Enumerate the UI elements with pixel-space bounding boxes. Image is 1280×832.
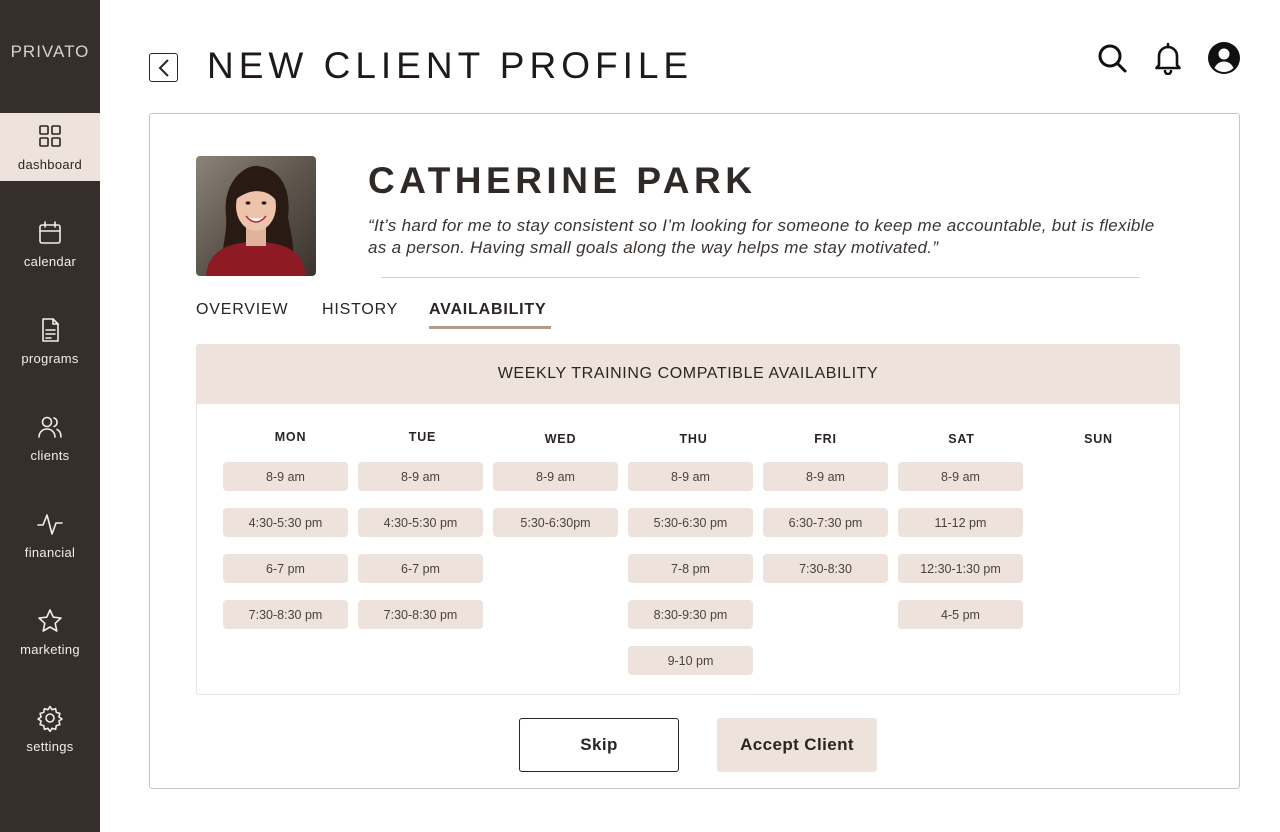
time-slot[interactable]: 8-9 am bbox=[493, 462, 618, 491]
search-button[interactable] bbox=[1094, 40, 1130, 76]
sidebar-item-settings[interactable]: settings bbox=[0, 695, 100, 763]
bell-icon bbox=[1155, 42, 1181, 75]
time-slot[interactable]: 9-10 pm bbox=[628, 646, 753, 675]
back-button[interactable] bbox=[149, 53, 178, 82]
star-icon bbox=[38, 609, 62, 632]
user-account-icon bbox=[1208, 42, 1240, 74]
account-button[interactable] bbox=[1206, 40, 1242, 76]
calendar-icon bbox=[39, 221, 61, 244]
day-header: MON bbox=[274, 430, 307, 444]
time-slot[interactable]: 4-5 pm bbox=[898, 600, 1023, 629]
divider bbox=[381, 277, 1140, 278]
time-slot[interactable]: 7:30-8:30 pm bbox=[358, 600, 483, 629]
notifications-button[interactable] bbox=[1150, 40, 1186, 76]
document-icon bbox=[42, 318, 59, 342]
sidebar-item-marketing[interactable]: marketing bbox=[0, 598, 100, 666]
active-tab-indicator bbox=[429, 326, 551, 329]
time-slot[interactable]: 7:30-8:30 bbox=[763, 554, 888, 583]
time-slot[interactable]: 7-8 pm bbox=[628, 554, 753, 583]
day-header: SAT bbox=[948, 432, 975, 446]
sidebar-item-financial[interactable]: financial bbox=[0, 501, 100, 569]
users-icon bbox=[38, 416, 62, 438]
tab-history[interactable]: HISTORY bbox=[322, 301, 398, 319]
time-slot[interactable]: 5:30-6:30 pm bbox=[628, 508, 753, 537]
search-icon bbox=[1098, 44, 1127, 73]
day-header: FRI bbox=[814, 432, 837, 446]
time-slot[interactable]: 4:30-5:30 pm bbox=[223, 508, 348, 537]
sidebar-item-programs[interactable]: programs bbox=[0, 307, 100, 375]
time-slot[interactable]: 6-7 pm bbox=[223, 554, 348, 583]
time-slot[interactable]: 8-9 am bbox=[223, 462, 348, 491]
sidebar-item-calendar[interactable]: calendar bbox=[0, 210, 100, 278]
time-slot[interactable]: 8:30-9:30 pm bbox=[628, 600, 753, 629]
accept-client-button[interactable]: Accept Client bbox=[717, 718, 877, 772]
time-slot[interactable]: 12:30-1:30 pm bbox=[898, 554, 1023, 583]
chevron-left-icon bbox=[158, 58, 169, 77]
day-header: SUN bbox=[1084, 432, 1113, 446]
day-header: THU bbox=[679, 432, 708, 446]
sidebar-item-clients[interactable]: clients bbox=[0, 404, 100, 472]
gear-icon bbox=[37, 705, 63, 732]
sidebar-item-label: dashboard bbox=[17, 157, 83, 172]
grid-icon bbox=[39, 125, 61, 147]
activity-icon bbox=[37, 514, 63, 535]
sidebar: PRIVATO dashboard calendar programs clie… bbox=[0, 0, 100, 832]
sidebar-item-label: calendar bbox=[23, 254, 77, 269]
time-slot[interactable]: 11-12 pm bbox=[898, 508, 1023, 537]
client-quote: “It’s hard for me to stay consistent so … bbox=[368, 216, 1155, 257]
app-logo: PRIVATO bbox=[10, 42, 90, 61]
sidebar-item-dashboard[interactable]: dashboard bbox=[0, 113, 100, 181]
time-slot[interactable]: 8-9 am bbox=[358, 462, 483, 491]
availability-title: WEEKLY TRAINING COMPATIBLE AVAILABILITY bbox=[196, 344, 1180, 404]
time-slot[interactable]: 6:30-7:30 pm bbox=[763, 508, 888, 537]
sidebar-item-label: marketing bbox=[20, 642, 80, 657]
time-slot[interactable]: 6-7 pm bbox=[358, 554, 483, 583]
time-slot[interactable]: 8-9 am bbox=[763, 462, 888, 491]
day-header: TUE bbox=[408, 430, 437, 444]
time-slot[interactable]: 8-9 am bbox=[628, 462, 753, 491]
sidebar-item-label: financial bbox=[24, 545, 76, 560]
client-avatar bbox=[196, 156, 316, 276]
time-slot[interactable]: 4:30-5:30 pm bbox=[358, 508, 483, 537]
sidebar-item-label: programs bbox=[21, 351, 79, 366]
skip-button[interactable]: Skip bbox=[519, 718, 679, 772]
time-slot[interactable]: 7:30-8:30 pm bbox=[223, 600, 348, 629]
sidebar-item-label: clients bbox=[30, 448, 70, 463]
tab-availability[interactable]: AVAILABILITY bbox=[429, 301, 546, 319]
sidebar-item-label: settings bbox=[26, 739, 74, 754]
time-slot[interactable]: 8-9 am bbox=[898, 462, 1023, 491]
tab-overview[interactable]: OVERVIEW bbox=[196, 301, 288, 319]
time-slot[interactable]: 5:30-6:30pm bbox=[493, 508, 618, 537]
client-name: CATHERINE PARK bbox=[368, 160, 757, 201]
day-header: WED bbox=[544, 432, 577, 446]
page-title: NEW CLIENT PROFILE bbox=[207, 45, 694, 86]
